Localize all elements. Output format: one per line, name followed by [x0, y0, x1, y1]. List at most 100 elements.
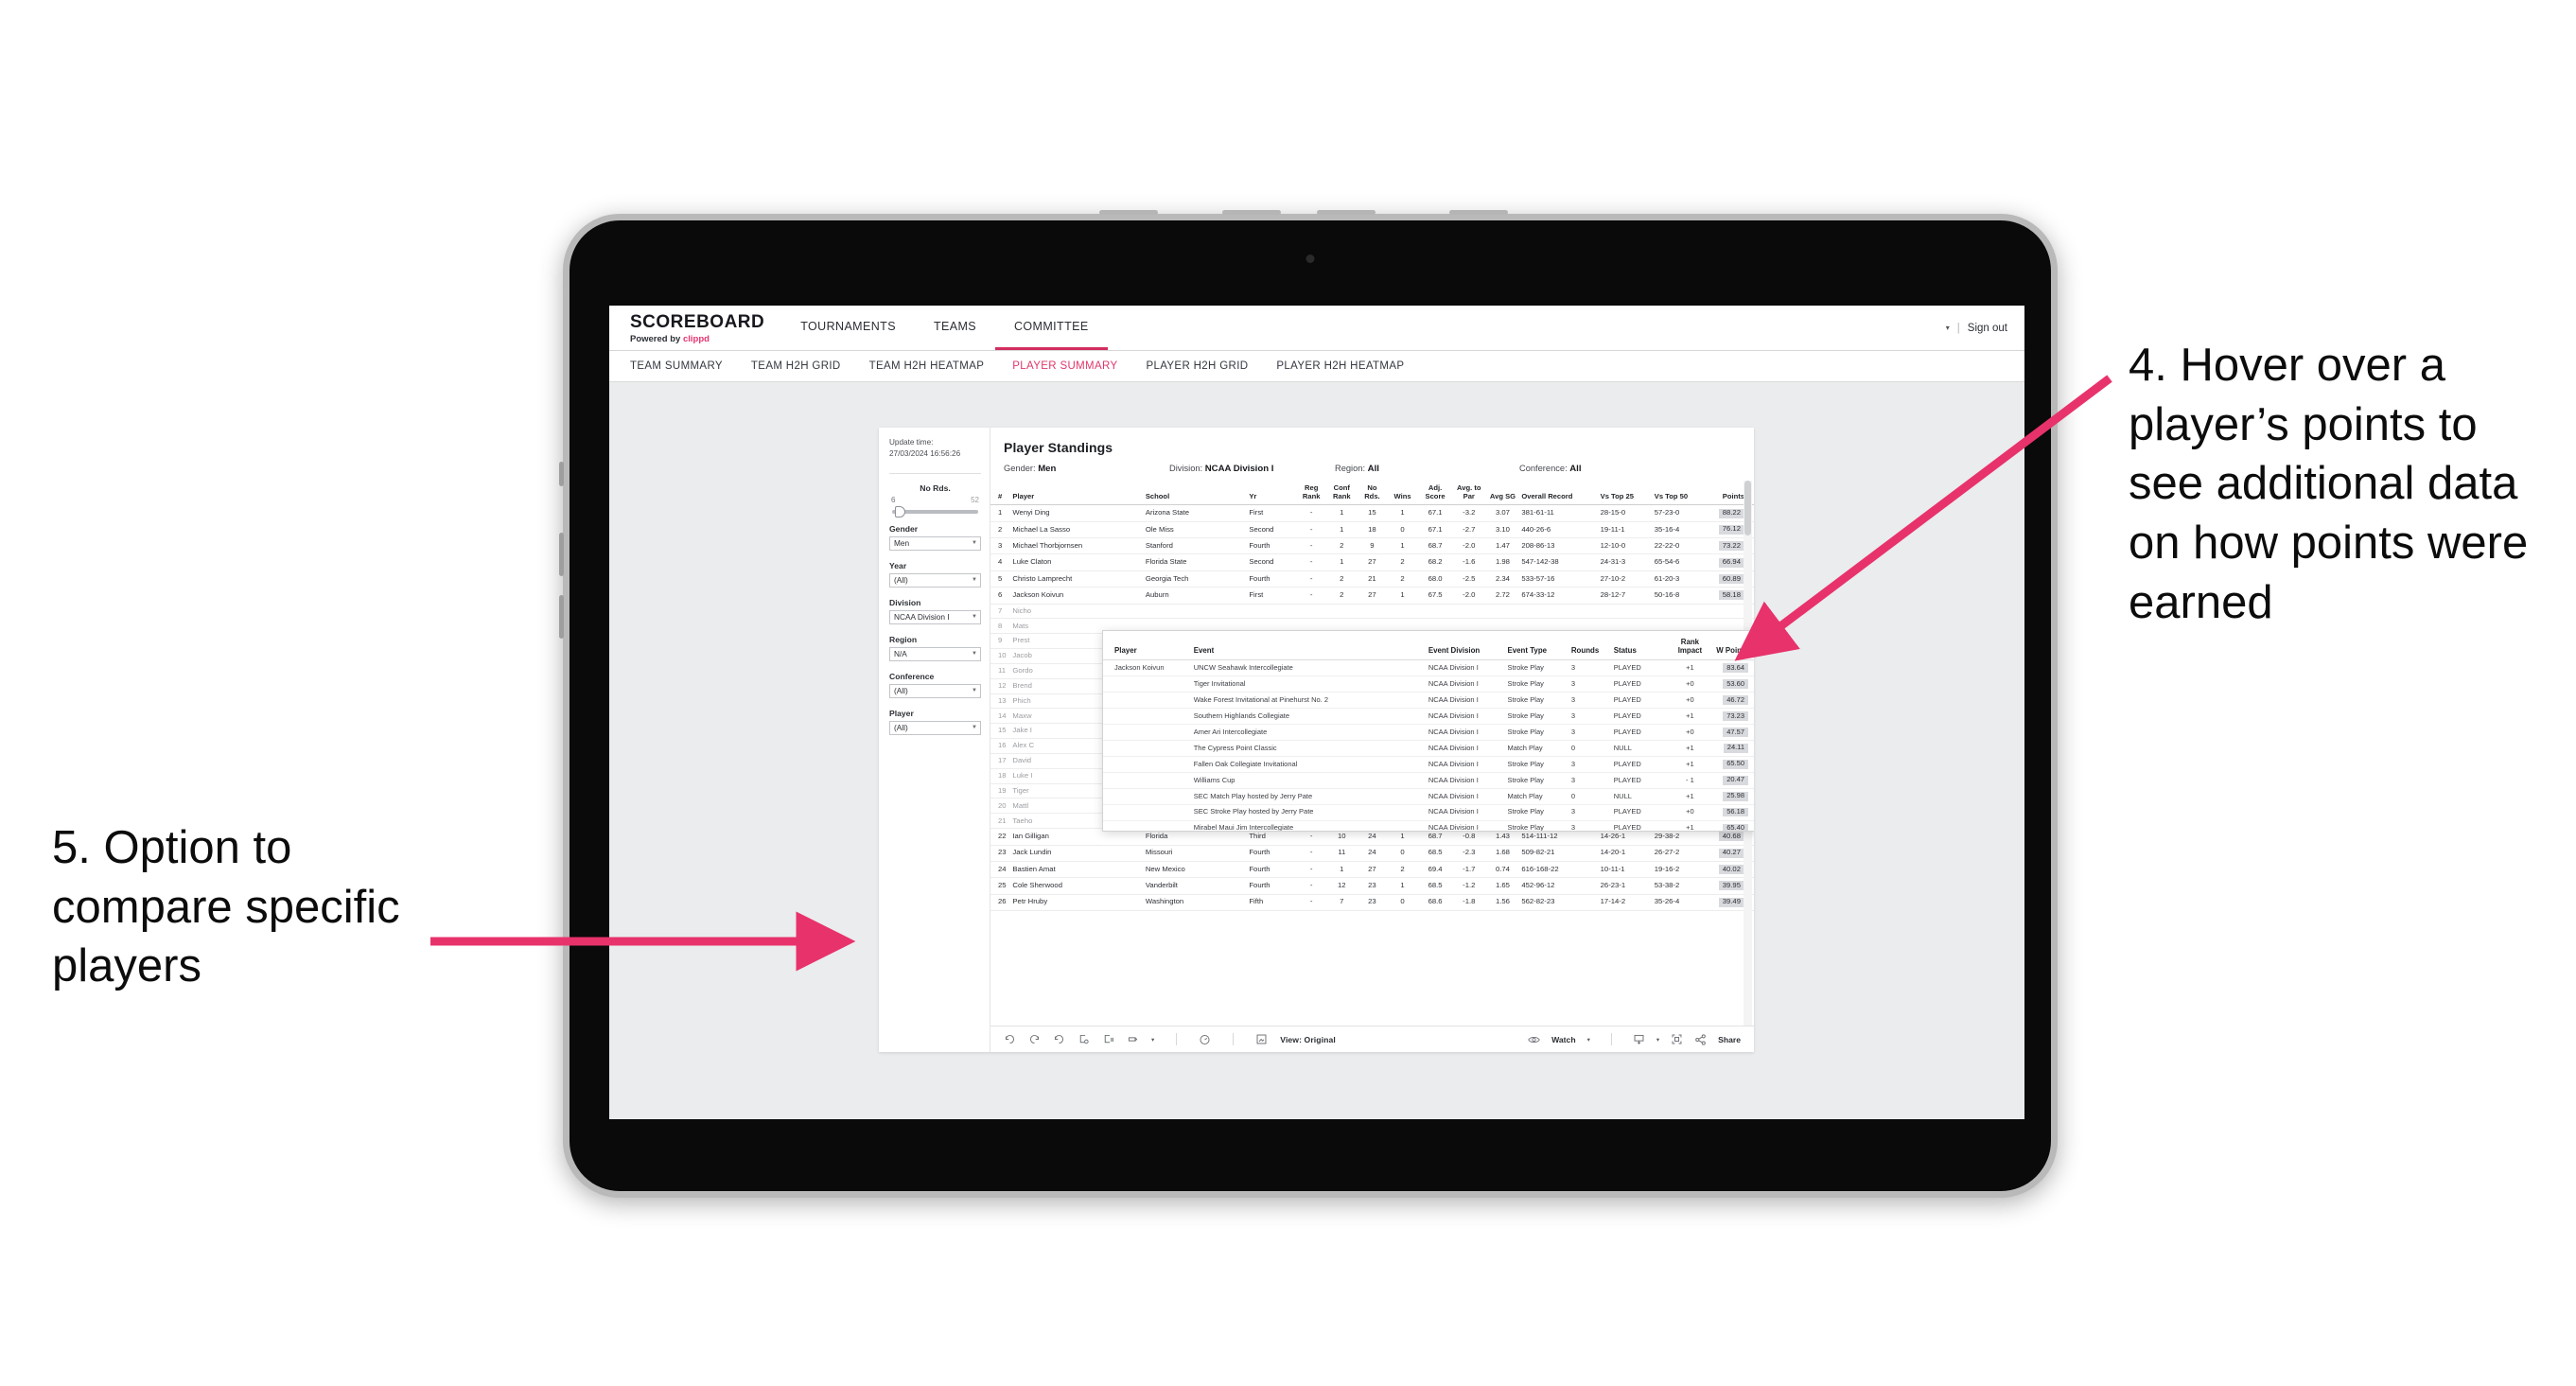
custom-view-chevron-down-icon[interactable]: ▾ [1151, 1036, 1154, 1044]
points-value[interactable]: 66.94 [1718, 557, 1744, 568]
front-camera-icon [1306, 254, 1315, 263]
col-vs-top-25[interactable]: Vs Top 25 [1598, 481, 1653, 506]
cell-yr: Fourth [1247, 861, 1297, 879]
points-value[interactable]: 40.68 [1718, 832, 1744, 842]
col-wins[interactable]: Wins [1386, 481, 1419, 506]
filter-no-rounds-label: No Rds. [920, 482, 951, 493]
tooltip-row: Fallen Oak Collegiate Invitational NCAA D… [1103, 756, 1754, 773]
conference-select[interactable]: (All) ▼ [889, 683, 981, 698]
year-select[interactable]: (All) ▼ [889, 572, 981, 588]
table-row[interactable]: 7 Nicho [990, 604, 1754, 620]
points-value[interactable]: 73.22 [1718, 541, 1744, 552]
sign-out-link[interactable]: Sign out [1968, 323, 2007, 334]
points-value[interactable]: 39.49 [1718, 897, 1744, 907]
col-no-rds[interactable]: No Rds. [1357, 481, 1387, 506]
col-player[interactable]: Player [1010, 481, 1144, 506]
slider-handle[interactable] [895, 505, 905, 518]
view-original-icon[interactable] [1255, 1033, 1268, 1045]
table-row[interactable]: 5 Christo Lamprecht Georgia Tech Fourth -2 21… [990, 570, 1754, 588]
volume-up-button[interactable] [559, 533, 564, 576]
chevron-down-icon: ▼ [972, 651, 977, 658]
tab-player-h2h-heatmap[interactable]: PLAYER H2H HEATMAP [1276, 360, 1404, 372]
watch-chevron-down-icon[interactable]: ▾ [1587, 1036, 1590, 1044]
col-vs-top-50[interactable]: Vs Top 50 [1652, 481, 1707, 506]
table-row[interactable]: 3 Michael Thorbjornsen Stanford Fourth -2 9 1 6… [990, 537, 1754, 555]
download-icon[interactable] [1633, 1033, 1645, 1045]
col-avg-to-par[interactable]: Avg. to Par [1451, 481, 1486, 506]
table-row[interactable]: 1 Wenyi Ding Arizona State First -1 15 1 67.1 -3… [990, 504, 1754, 522]
gender-value: Men [894, 538, 910, 549]
cell-adj-score: 68.5 [1418, 877, 1452, 895]
cell-vs-top-25: 28-15-0 [1598, 504, 1653, 522]
table-row[interactable]: 25 Cole Sherwood Vanderbilt Fourth -12 23 1 68.… [990, 877, 1754, 895]
gender-select[interactable]: Men ▼ [889, 535, 981, 551]
table-row[interactable]: 6 Jackson Koivun Auburn First -2 27 1 67.5 -2.0 2… [990, 587, 1754, 605]
table-row[interactable]: 2 Michael La Sasso Ole Miss Second -1 18 0 67.1… [990, 521, 1754, 539]
pause-updates-icon[interactable] [1102, 1033, 1114, 1045]
cell-vs-top-25: 26-23-1 [1598, 877, 1653, 895]
cell-reg-rank: - [1296, 877, 1326, 895]
col-conf-rank[interactable]: Conf Rank [1325, 481, 1358, 506]
tab-player-h2h-grid[interactable]: PLAYER H2H GRID [1146, 360, 1248, 372]
pause-auto-update-icon[interactable] [1199, 1033, 1211, 1045]
tablet-screen: SCOREBOARD Powered by clippd TOURNAMENTS… [609, 306, 2024, 1119]
tt-cell-event: Fallen Oak Collegiate Invitational [1183, 756, 1426, 773]
revert-icon[interactable] [1053, 1033, 1065, 1045]
share-label[interactable]: Share [1718, 1035, 1741, 1044]
watch-eye-icon[interactable] [1528, 1033, 1540, 1045]
fullscreen-icon[interactable] [1671, 1033, 1683, 1045]
download-chevron-down-icon[interactable]: ▾ [1656, 1036, 1659, 1044]
table-row[interactable]: 24 Bastien Amat New Mexico Fourth -1 27 2 69.4-… [990, 861, 1754, 879]
tab-player-summary[interactable]: PLAYER SUMMARY [1012, 360, 1117, 372]
share-icon[interactable] [1694, 1033, 1707, 1045]
col-rank[interactable]: # [990, 481, 1011, 506]
brand-logo[interactable]: SCOREBOARD Powered by clippd [609, 306, 781, 350]
account-chevron-down-icon[interactable]: ▾ [1946, 324, 1950, 332]
table-row[interactable]: 26 Petr Hruby Washington Fifth -7 23 0 68.6 -1.8… [990, 894, 1754, 911]
division-select[interactable]: NCAA Division I ▼ [889, 609, 981, 624]
tt-cell-event: UNCW Seahawk Intercollegiate [1183, 659, 1426, 677]
points-value[interactable]: 40.02 [1718, 865, 1744, 874]
col-school[interactable]: School [1143, 481, 1248, 506]
tab-team-h2h-grid[interactable]: TEAM H2H GRID [751, 360, 841, 372]
volume-down-button[interactable] [559, 595, 564, 639]
table-scrollbar-thumb[interactable] [1744, 481, 1751, 535]
power-button[interactable] [1099, 210, 1158, 215]
tt-cell-event: Wake Forest Invitational at Pinehurst No… [1183, 692, 1426, 709]
table-row[interactable]: 4 Luke Claton Florida State Second -1 27 2 68.2… [990, 553, 1754, 571]
refresh-data-icon[interactable] [1078, 1033, 1090, 1045]
nav-item-tournaments[interactable]: TOURNAMENTS [781, 306, 915, 350]
view-original-label[interactable]: View: Original [1280, 1035, 1336, 1044]
cell-avg-sg: 3.07 [1485, 504, 1520, 522]
player-select[interactable]: (All) ▼ [889, 720, 981, 735]
points-value[interactable]: 60.89 [1718, 574, 1744, 584]
watch-label[interactable]: Watch [1551, 1035, 1575, 1044]
points-value[interactable]: 58.18 [1718, 590, 1744, 601]
side-button-1[interactable] [559, 462, 564, 486]
points-value[interactable]: 39.95 [1718, 881, 1744, 891]
tt-cell-player [1103, 756, 1184, 773]
cell-overall-record: 674-33-12 [1519, 587, 1599, 605]
cell-player: Luke Claton [1010, 553, 1144, 571]
no-rounds-slider[interactable] [892, 505, 978, 518]
tab-team-summary[interactable]: TEAM SUMMARY [630, 360, 723, 372]
col-avg-sg[interactable]: Avg SG [1485, 481, 1520, 506]
table-row[interactable]: 23 Jack Lundin Missouri Fourth -11 24 0 68.5 -2.… [990, 845, 1754, 862]
cell-no-rds: 27 [1357, 587, 1387, 605]
nav-item-teams[interactable]: TEAMS [915, 306, 995, 350]
custom-view-icon[interactable] [1127, 1033, 1139, 1045]
nav-item-committee[interactable]: COMMITTEE [995, 306, 1108, 350]
region-select[interactable]: N/A ▼ [889, 646, 981, 661]
col-yr[interactable]: Yr [1247, 481, 1297, 506]
points-value[interactable]: 76.12 [1718, 525, 1744, 535]
col-overall-record[interactable]: Overall Record [1519, 481, 1599, 506]
col-reg-rank[interactable]: Reg Rank [1296, 481, 1326, 506]
tab-team-h2h-heatmap[interactable]: TEAM H2H HEATMAP [869, 360, 985, 372]
col-adj-score[interactable]: Adj. Score [1418, 481, 1452, 506]
points-value[interactable]: 88.22 [1718, 508, 1744, 518]
cell-avg-to-par: -2.0 [1451, 537, 1486, 555]
undo-icon[interactable] [1004, 1033, 1016, 1045]
points-value[interactable]: 40.27 [1718, 848, 1744, 858]
redo-icon[interactable] [1028, 1033, 1041, 1045]
cell-rank: 4 [990, 553, 1011, 571]
